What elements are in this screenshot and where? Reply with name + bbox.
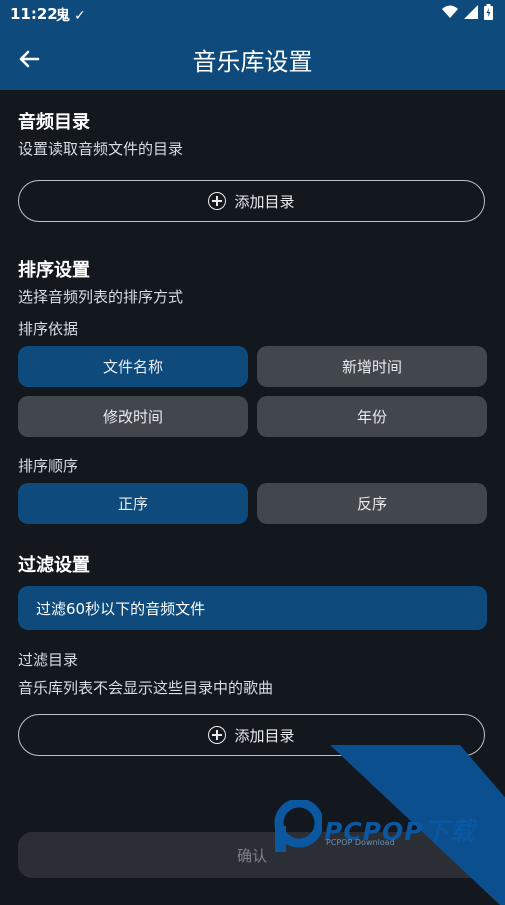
wifi-icon (442, 5, 458, 18)
watermark-logo-icon (274, 800, 322, 852)
add-circle-icon (208, 726, 227, 744)
sort-heading: 排序设置 (18, 260, 90, 281)
filter-short-audio-toggle[interactable]: 过滤60秒以下的音频文件 (18, 586, 487, 630)
watermark-sub: PCPOP Download (326, 838, 395, 847)
notification-icons: 鬼✓ (56, 5, 90, 25)
ghost-notification-icon: 鬼 (56, 8, 74, 24)
add-audio-dir-button[interactable]: 添加目录 (18, 180, 485, 222)
sort-order-ascending[interactable]: 正序 (18, 483, 248, 524)
sort-basis-added-time[interactable]: 新增时间 (257, 346, 487, 387)
sort-basis-modified-time[interactable]: 修改时间 (18, 396, 248, 437)
battery-icon (484, 4, 493, 20)
app-bar: 音乐库设置 (0, 28, 505, 90)
add-audio-dir-label: 添加目录 (234, 192, 295, 211)
sort-order-descending[interactable]: 反序 (257, 483, 487, 524)
add-filter-dir-label: 添加目录 (234, 726, 295, 745)
filter-heading: 过滤设置 (18, 555, 90, 576)
status-bar: 11:22 鬼✓ (0, 0, 505, 28)
sort-basis-year[interactable]: 年份 (257, 396, 487, 437)
sort-order-label: 排序顺序 (18, 457, 79, 475)
sort-basis-label: 排序依据 (18, 320, 79, 338)
status-time: 11:22 (10, 5, 58, 23)
audio-dir-heading: 音频目录 (18, 112, 90, 133)
sort-basis-file-name[interactable]: 文件名称 (18, 346, 248, 387)
signal-icon (464, 5, 478, 19)
page-title: 音乐库设置 (192, 48, 313, 76)
system-icons (442, 4, 493, 20)
sort-description: 选择音频列表的排序方式 (18, 288, 184, 306)
audio-dir-description: 设置读取音频文件的目录 (18, 140, 184, 158)
check-notification-icon: ✓ (74, 8, 90, 24)
filter-dir-description: 音乐库列表不会显示这些目录中的歌曲 (18, 679, 274, 697)
add-circle-icon (208, 192, 227, 210)
filter-dir-label: 过滤目录 (18, 651, 79, 669)
